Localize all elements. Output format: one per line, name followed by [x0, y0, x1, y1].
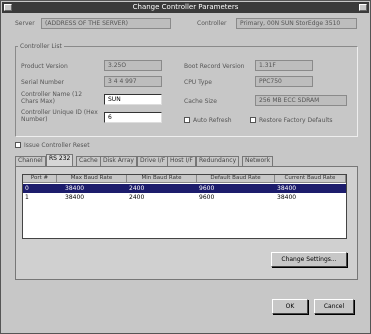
- ok-button[interactable]: OK: [272, 299, 308, 314]
- title-bar[interactable]: Change Controller Parameters: [2, 2, 369, 13]
- server-field: (ADDRESS OF THE SERVER): [41, 18, 171, 29]
- table-cell: 38400: [277, 194, 297, 201]
- window-menu-icon[interactable]: [4, 4, 12, 11]
- tab-redundancy[interactable]: Redundancy: [196, 156, 240, 166]
- product-version-label: Product Version: [21, 63, 68, 70]
- serial-number-label: Serial Number: [21, 79, 64, 86]
- table-cell: 2400: [129, 185, 145, 192]
- table-cell: 1: [25, 194, 29, 201]
- controller-name-input[interactable]: SUN: [104, 94, 162, 105]
- tab-disk-array[interactable]: Disk Array: [100, 156, 137, 166]
- auto-refresh-checkbox[interactable]: [184, 117, 190, 123]
- issue-reset-checkbox[interactable]: [15, 142, 21, 148]
- window-title: Change Controller Parameters: [132, 3, 239, 11]
- tab-network[interactable]: Network: [242, 156, 274, 166]
- server-label: Server: [15, 20, 35, 27]
- controller-label: Controller: [197, 20, 227, 27]
- controller-name-label: Controller Name (12 Chars Max): [21, 91, 83, 105]
- tab-channel[interactable]: Channel: [15, 156, 46, 166]
- baud-rate-table: Port # Max Baud Rate Min Baud Rate Defau…: [22, 174, 347, 239]
- table-cell: 38400: [277, 185, 297, 192]
- tab-cache[interactable]: Cache: [76, 156, 101, 166]
- restore-defaults-label: Restore Factory Defaults: [259, 117, 333, 124]
- boot-record-label: Boot Record Version: [184, 63, 245, 70]
- product-version-field: 3.25O: [104, 60, 162, 71]
- table-cell: 38400: [65, 194, 85, 201]
- close-icon[interactable]: [359, 4, 367, 11]
- cpu-type-field: PPC750: [255, 76, 313, 87]
- tab-drive-if[interactable]: Drive I/F: [137, 156, 169, 166]
- cache-size-field: 256 MB ECC SDRAM: [255, 95, 347, 106]
- cache-size-label: Cache Size: [184, 98, 217, 105]
- column-header[interactable]: Min Baud Rate: [127, 175, 197, 183]
- boot-record-field: 1.31F: [255, 60, 313, 71]
- column-header[interactable]: Max Baud Rate: [57, 175, 127, 183]
- controller-list-label: Controller List: [18, 43, 64, 50]
- restore-defaults-checkbox[interactable]: [250, 117, 256, 123]
- controller-unique-id-input[interactable]: 6: [104, 112, 162, 123]
- column-header[interactable]: Current Baud Rate: [275, 175, 346, 183]
- serial-number-field: 3 4 4 997: [104, 76, 162, 87]
- table-cell: 38400: [65, 185, 85, 192]
- column-header[interactable]: Default Baud Rate: [197, 175, 275, 183]
- table-cell: 9600: [199, 194, 215, 201]
- tab-rs232[interactable]: RS 232: [46, 154, 74, 166]
- tab-host-if[interactable]: Host I/F: [167, 156, 196, 166]
- change-settings-button[interactable]: Change Settings...: [271, 252, 347, 267]
- controller-unique-id-label: Controller Unique ID (Hex Number): [21, 109, 98, 123]
- cpu-type-label: CPU Type: [184, 79, 212, 86]
- issue-reset-label: Issue Controller Reset: [24, 142, 90, 149]
- cancel-button[interactable]: Cancel: [314, 299, 354, 314]
- table-row[interactable]: 0 38400 2400 9600 38400: [23, 184, 346, 193]
- table-cell: 0: [25, 185, 29, 192]
- table-row[interactable]: 1 38400 2400 9600 38400: [23, 193, 346, 202]
- table-cell: 9600: [199, 185, 215, 192]
- dialog-window: Change Controller Parameters Server (ADD…: [0, 0, 371, 334]
- column-header[interactable]: Port #: [23, 175, 57, 183]
- auto-refresh-label: Auto Refresh: [193, 117, 232, 124]
- controller-field: Primary, 00N SUN StorEdge 3510: [236, 18, 357, 29]
- table-cell: 2400: [129, 194, 145, 201]
